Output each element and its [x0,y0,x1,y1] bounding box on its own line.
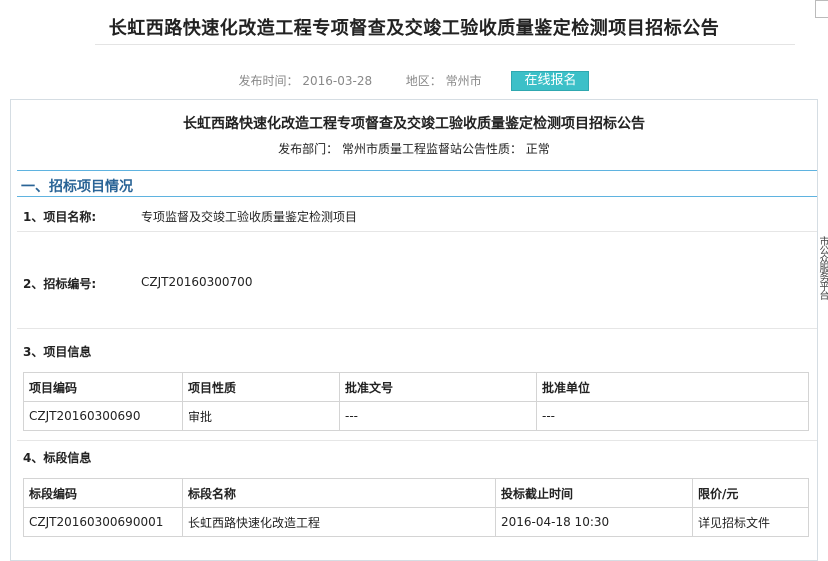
page-title: 长虹西路快速化改造工程专项督查及交竣工验收质量鉴定检测项目招标公告 [108,18,720,39]
online-register-button[interactable]: 在线报名 [511,71,590,91]
table-cell: --- [536,401,809,431]
title-divider [95,44,795,45]
region-label: 地区： [405,74,442,88]
table-cell: 详见招标文件 [692,507,809,537]
project-name-label: 1、项目名称: [23,210,97,224]
bid-number-label: 2、招标编号: [23,277,97,291]
table-header: 批准单位 [536,372,809,402]
table-cell: --- [339,401,537,431]
publish-time-label: 发布时间： [238,74,299,88]
bid-number-value: CZJT20160300700 [141,275,253,289]
table-cell: 长虹西路快速化改造工程 [182,507,496,537]
row-divider [17,328,817,329]
table-header-row: 标段编码 标段名称 投标截止时间 限价/元 [23,478,809,508]
table-header: 标段名称 [182,478,496,508]
region-value: 常州市 [445,74,482,88]
section-heading: 一、招标项目情况 [21,179,133,195]
project-name-value: 专项监督及交竣工验收质量鉴定检测项目 [141,210,358,224]
table-header: 项目编码 [23,372,183,402]
section-info-label: 4、标段信息 [23,451,92,465]
table-cell: CZJT20160300690001 [23,507,183,537]
table-row: CZJT20160300690001 长虹西路快速化改造工程 2016-04-1… [23,507,809,537]
row-divider [17,440,817,441]
table-row: CZJT20160300690 审批 --- --- [23,401,809,431]
section-divider-bottom [17,196,817,197]
publish-time: 2016-03-28 [302,74,373,88]
side-service-note[interactable]: 市公众服务平台 [816,236,828,299]
section-divider-top [17,170,817,171]
doc-title: 长虹西路快速化改造工程专项督查及交竣工验收质量鉴定检测项目招标公告 [183,116,645,132]
table-header-row: 项目编码 项目性质 批准文号 批准单位 [23,372,809,402]
table-header: 批准文号 [339,372,537,402]
section-info-table: 标段编码 标段名称 投标截止时间 限价/元 CZJT20160300690001… [23,478,809,537]
table-cell: 审批 [182,401,340,431]
project-info-label: 3、项目信息 [23,345,92,359]
announcement-panel: 长虹西路快速化改造工程专项督查及交竣工验收质量鉴定检测项目招标公告 发布部门： … [10,99,818,561]
row-divider [17,231,817,232]
dept-line: 发布部门： 常州市质量工程监督站公告性质： 正常 [278,142,550,156]
project-info-table: 项目编码 项目性质 批准文号 批准单位 CZJT20160300690 审批 -… [23,372,809,431]
table-header: 项目性质 [182,372,340,402]
table-header: 限价/元 [692,478,809,508]
table-header: 标段编码 [23,478,183,508]
table-cell: 2016-04-18 10:30 [495,507,693,537]
meta-line: 发布时间： 2016-03-28 地区： 常州市 在线报名 [0,71,828,91]
table-cell: CZJT20160300690 [23,401,183,431]
table-header: 投标截止时间 [495,478,693,508]
